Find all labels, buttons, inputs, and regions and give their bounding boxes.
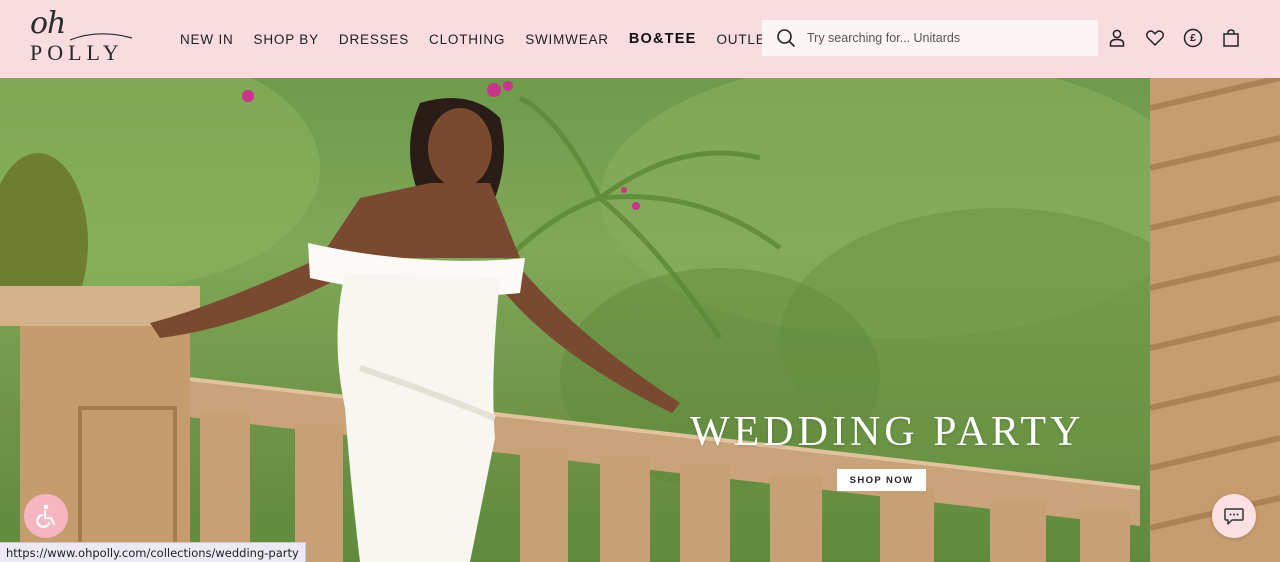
currency-pound-icon[interactable]: £ [1183, 28, 1203, 48]
status-bar-url: https://www.ohpolly.com/collections/wedd… [0, 542, 306, 562]
hero-title: WEDDING PARTY [690, 409, 1085, 455]
account-icon[interactable] [1107, 28, 1127, 48]
oh-polly-logo[interactable]: oh POLLY [30, 6, 132, 66]
nav-clothing[interactable]: CLOTHING [429, 32, 505, 47]
currency-symbol: £ [1190, 32, 1196, 44]
nav-dresses[interactable]: DRESSES [339, 32, 409, 47]
main-navigation: NEW IN SHOP BY DRESSES CLOTHING SWIMWEAR… [180, 0, 795, 78]
shopping-bag-icon[interactable] [1221, 28, 1241, 48]
nav-swimwear[interactable]: SWIMWEAR [525, 32, 609, 47]
logo-polly-text: POLLY [30, 40, 124, 65]
wheelchair-icon [36, 504, 56, 528]
search-input[interactable] [807, 31, 1087, 45]
accessibility-button[interactable] [24, 494, 68, 538]
site-header: oh POLLY NEW IN SHOP BY DRESSES CLOTHING… [0, 0, 1280, 78]
hero-photo-wedding-party [0, 78, 1280, 562]
chat-bubble-icon [1224, 508, 1244, 525]
nav-shop-by[interactable]: SHOP BY [254, 32, 319, 47]
hero-banner[interactable]: WEDDING PARTY SHOP NOW [0, 78, 1280, 562]
nav-bo-and-tee[interactable]: BO&TEE [629, 31, 697, 47]
chat-button[interactable] [1212, 494, 1256, 538]
logo-oh-text: oh [30, 6, 66, 41]
search-bar[interactable] [762, 20, 1098, 56]
search-icon[interactable] [776, 28, 796, 48]
wishlist-heart-icon[interactable] [1145, 28, 1165, 48]
shop-now-button[interactable]: SHOP NOW [837, 469, 926, 491]
nav-new-in[interactable]: NEW IN [180, 32, 234, 47]
